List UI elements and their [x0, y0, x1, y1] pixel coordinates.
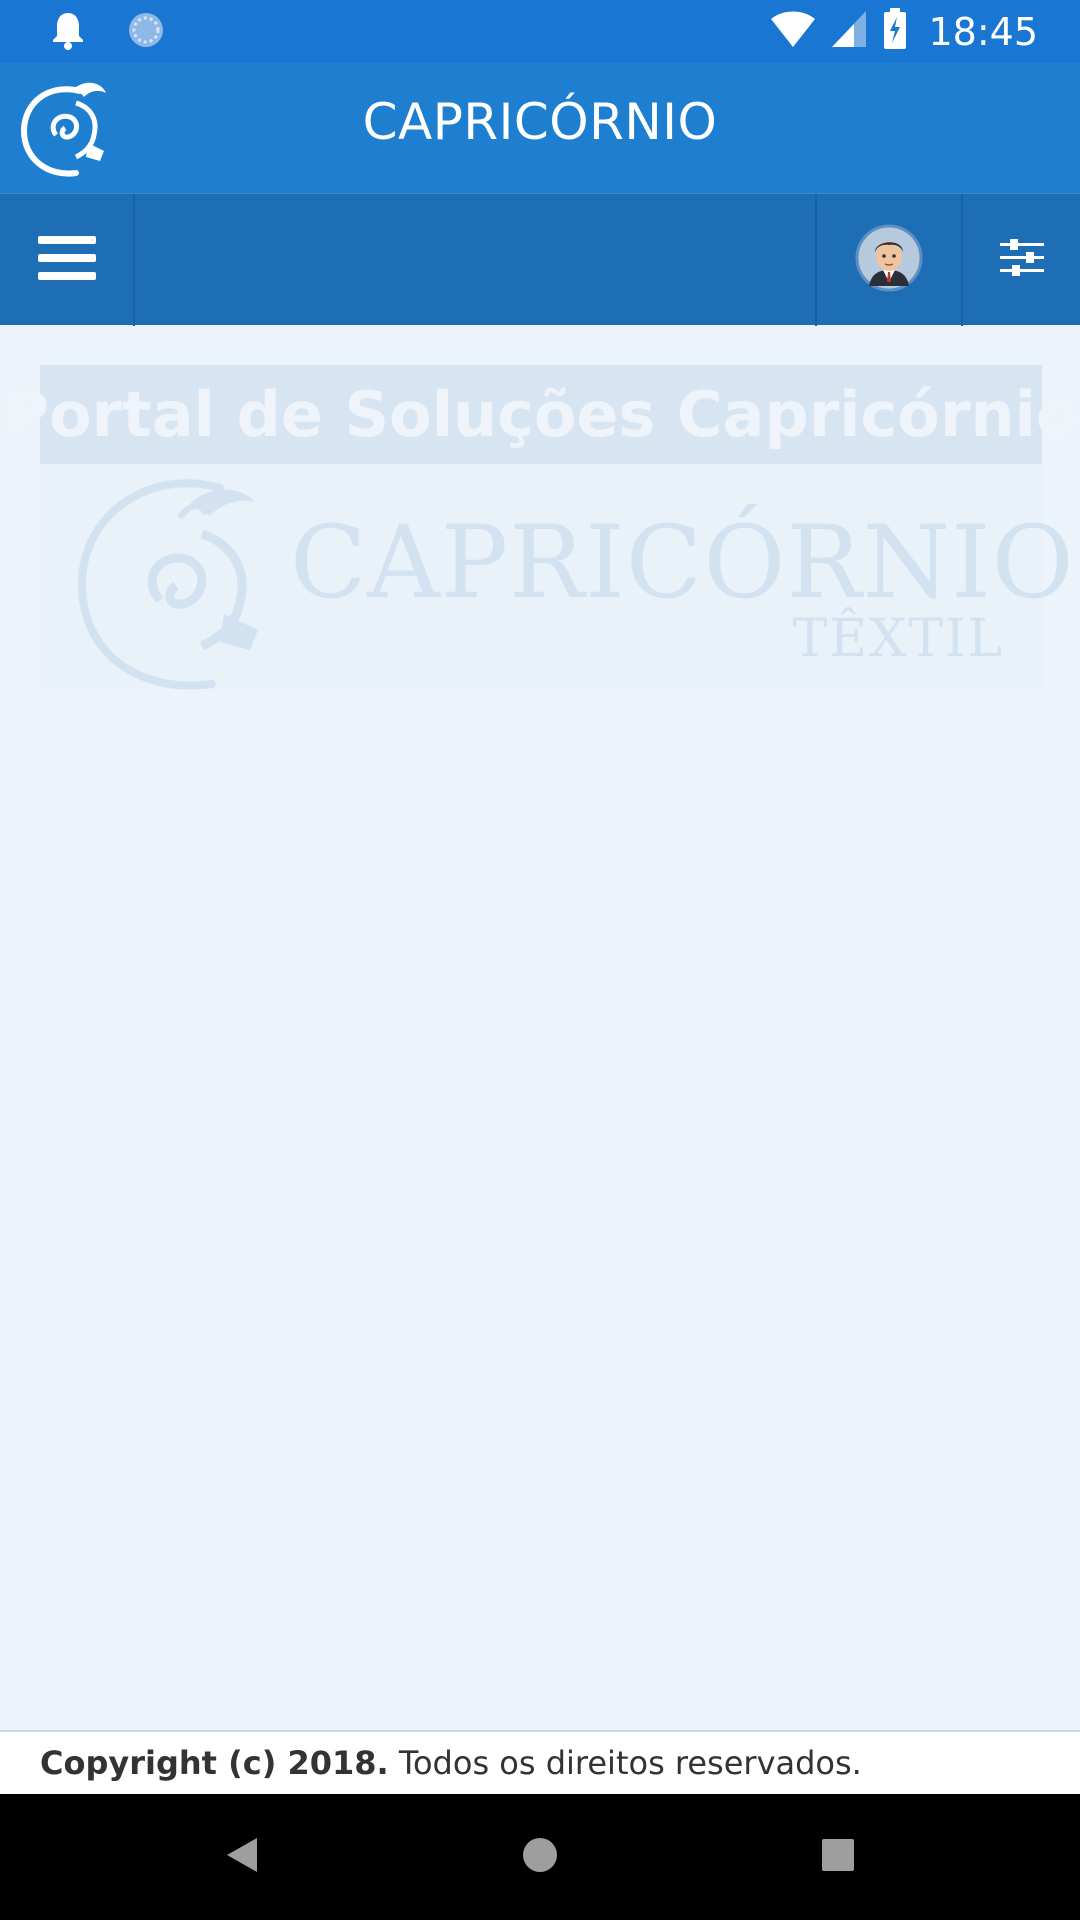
- navigation-bar: [0, 1794, 1080, 1920]
- footer-text: Copyright (c) 2018. Todos os direitos re…: [40, 1744, 862, 1782]
- recents-button[interactable]: [798, 1824, 878, 1890]
- back-triangle-icon: [225, 1836, 259, 1879]
- app-header: CAPRICÓRNIO: [0, 63, 1080, 193]
- bell-icon: [50, 10, 86, 55]
- portal-heading-text: Portal de Soluções Capricórnio: [3, 378, 1079, 451]
- rights-text: Todos os direitos reservados.: [388, 1744, 862, 1782]
- sync-icon: [126, 10, 166, 55]
- status-time: 18:45: [928, 9, 1038, 54]
- portal-heading: Portal de Soluções Capricórnio: [4, 365, 1078, 464]
- battery-charging-icon: [882, 8, 908, 55]
- app-title: CAPRICÓRNIO: [362, 93, 718, 151]
- home-circle-icon: [521, 1836, 559, 1879]
- user-avatar-icon: [855, 224, 923, 297]
- user-profile-button[interactable]: [815, 194, 963, 326]
- signal-icon: [830, 9, 868, 54]
- brand-watermark: CAPRICÓRNIO TÊXTIL: [40, 464, 1074, 690]
- brand-name: CAPRICÓRNIO: [290, 504, 1075, 621]
- toolbar: [0, 193, 1080, 326]
- hamburger-menu-icon: [37, 234, 96, 287]
- main-content: Portal de Soluções Capricórnio CAPRICÓRN…: [4, 365, 1078, 690]
- capricorn-watermark-icon: [77, 479, 258, 690]
- brand-subtitle: TÊXTIL: [792, 609, 1004, 669]
- status-bar: 18:45: [0, 0, 1080, 63]
- footer: Copyright (c) 2018. Todos os direitos re…: [0, 1730, 1080, 1794]
- sliders-icon: [999, 238, 1044, 283]
- wifi-icon: [770, 9, 816, 54]
- copyright-text: Copyright (c) 2018.: [40, 1744, 389, 1782]
- home-button[interactable]: [500, 1824, 580, 1890]
- recents-square-icon: [821, 1838, 855, 1877]
- menu-button[interactable]: [0, 194, 135, 326]
- settings-filter-button[interactable]: [963, 194, 1080, 326]
- back-button[interactable]: [202, 1824, 282, 1890]
